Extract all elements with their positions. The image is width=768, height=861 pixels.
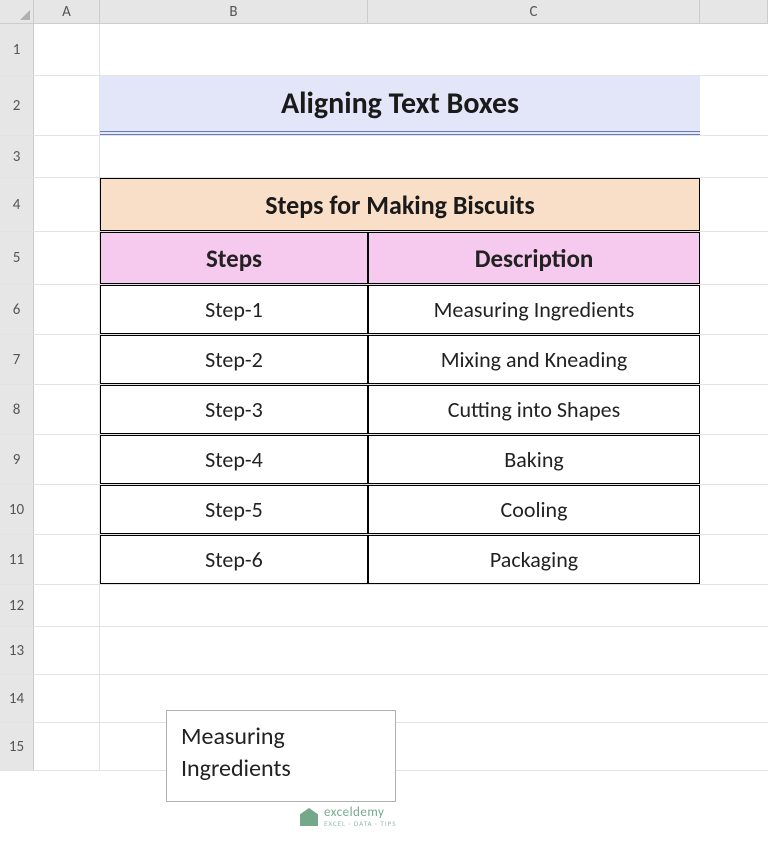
row-header-9[interactable]: 9 [0,435,34,484]
cell-rest-8[interactable] [700,385,768,434]
table-row[interactable]: Step-1 [100,285,368,334]
cell-B3[interactable] [100,136,368,177]
cell-C12[interactable] [368,585,700,626]
cell-A2[interactable] [34,76,100,135]
cell-C15[interactable] [368,723,700,770]
cell-B1[interactable] [100,24,368,75]
table-row[interactable]: Packaging [368,535,700,584]
column-header-A[interactable]: A [34,0,100,23]
row-header-15[interactable]: 15 [0,723,34,770]
cell-C13[interactable] [368,627,700,674]
row-header-12[interactable]: 12 [0,585,34,626]
cell-rest-14[interactable] [700,675,768,722]
row-header-3[interactable]: 3 [0,136,34,177]
table-row[interactable]: Mixing and Kneading [368,335,700,384]
cell-C1[interactable] [368,24,700,75]
cell-rest-9[interactable] [700,435,768,484]
cell-rest-1[interactable] [700,24,768,75]
cell-rest-10[interactable] [700,485,768,534]
row-header-2[interactable]: 2 [0,76,34,135]
cell-rest-11[interactable] [700,535,768,584]
watermark-text-wrap: exceldemy EXCEL · DATA · TIPS [324,806,396,828]
select-all-icon [20,10,30,20]
cell-A10[interactable] [34,485,100,534]
cell-A14[interactable] [34,675,100,722]
cell-rest-5[interactable] [700,232,768,284]
cell-A13[interactable] [34,627,100,674]
column-header-C[interactable]: C [368,0,700,23]
row-header-11[interactable]: 11 [0,535,34,584]
cell-rest-4[interactable] [700,178,768,231]
table-row[interactable]: Measuring Ingredients [368,285,700,334]
cell-A5[interactable] [34,232,100,284]
row-header-1[interactable]: 1 [0,24,34,75]
cell-rest-7[interactable] [700,335,768,384]
row-header-14[interactable]: 14 [0,675,34,722]
table-row[interactable]: Step-6 [100,535,368,584]
cell-A3[interactable] [34,136,100,177]
row-header-7[interactable]: 7 [0,335,34,384]
table-row[interactable]: Step-3 [100,385,368,434]
cell-rest-13[interactable] [700,627,768,674]
page-title[interactable]: Aligning Text Boxes [100,76,700,135]
cell-A15[interactable] [34,723,100,770]
table-header-description[interactable]: Description [368,232,700,284]
table-row[interactable]: Step-5 [100,485,368,534]
cell-C3[interactable] [368,136,700,177]
row-header-10[interactable]: 10 [0,485,34,534]
watermark-logo-icon [300,808,318,826]
select-all-corner[interactable] [0,0,34,23]
cell-B13[interactable] [100,627,368,674]
watermark-tagline: EXCEL · DATA · TIPS [324,819,396,828]
spreadsheet-grid: A B C 1 2 Aligning Text Boxes 3 4 Steps … [0,0,768,771]
cell-A8[interactable] [34,385,100,434]
row-header-4[interactable]: 4 [0,178,34,231]
cell-rest-15[interactable] [700,723,768,770]
table-row[interactable]: Cutting into Shapes [368,385,700,434]
watermark-brand: exceldemy [324,806,396,819]
table-row[interactable]: Cooling [368,485,700,534]
column-header-B[interactable]: B [100,0,368,23]
row-header-13[interactable]: 13 [0,627,34,674]
text-box-content: Measuring Ingredients [181,722,291,783]
table-header-steps[interactable]: Steps [100,232,368,284]
cell-C14[interactable] [368,675,700,722]
cell-A9[interactable] [34,435,100,484]
cell-rest-12[interactable] [700,585,768,626]
cell-A7[interactable] [34,335,100,384]
cell-A12[interactable] [34,585,100,626]
text-box-shape[interactable]: Measuring Ingredients [166,710,396,802]
cell-A6[interactable] [34,285,100,334]
cell-A4[interactable] [34,178,100,231]
column-headers: A B C [0,0,768,24]
watermark: exceldemy EXCEL · DATA · TIPS [300,806,396,828]
row-header-8[interactable]: 8 [0,385,34,434]
cell-rest-2[interactable] [700,76,768,135]
cell-A1[interactable] [34,24,100,75]
row-header-6[interactable]: 6 [0,285,34,334]
table-title[interactable]: Steps for Making Biscuits [100,178,700,231]
cell-rest-6[interactable] [700,285,768,334]
column-header-rest [700,0,768,23]
table-row[interactable]: Baking [368,435,700,484]
row-header-5[interactable]: 5 [0,232,34,284]
table-row[interactable]: Step-2 [100,335,368,384]
cell-A11[interactable] [34,535,100,584]
cell-rest-3[interactable] [700,136,768,177]
table-row[interactable]: Step-4 [100,435,368,484]
cell-B12[interactable] [100,585,368,626]
